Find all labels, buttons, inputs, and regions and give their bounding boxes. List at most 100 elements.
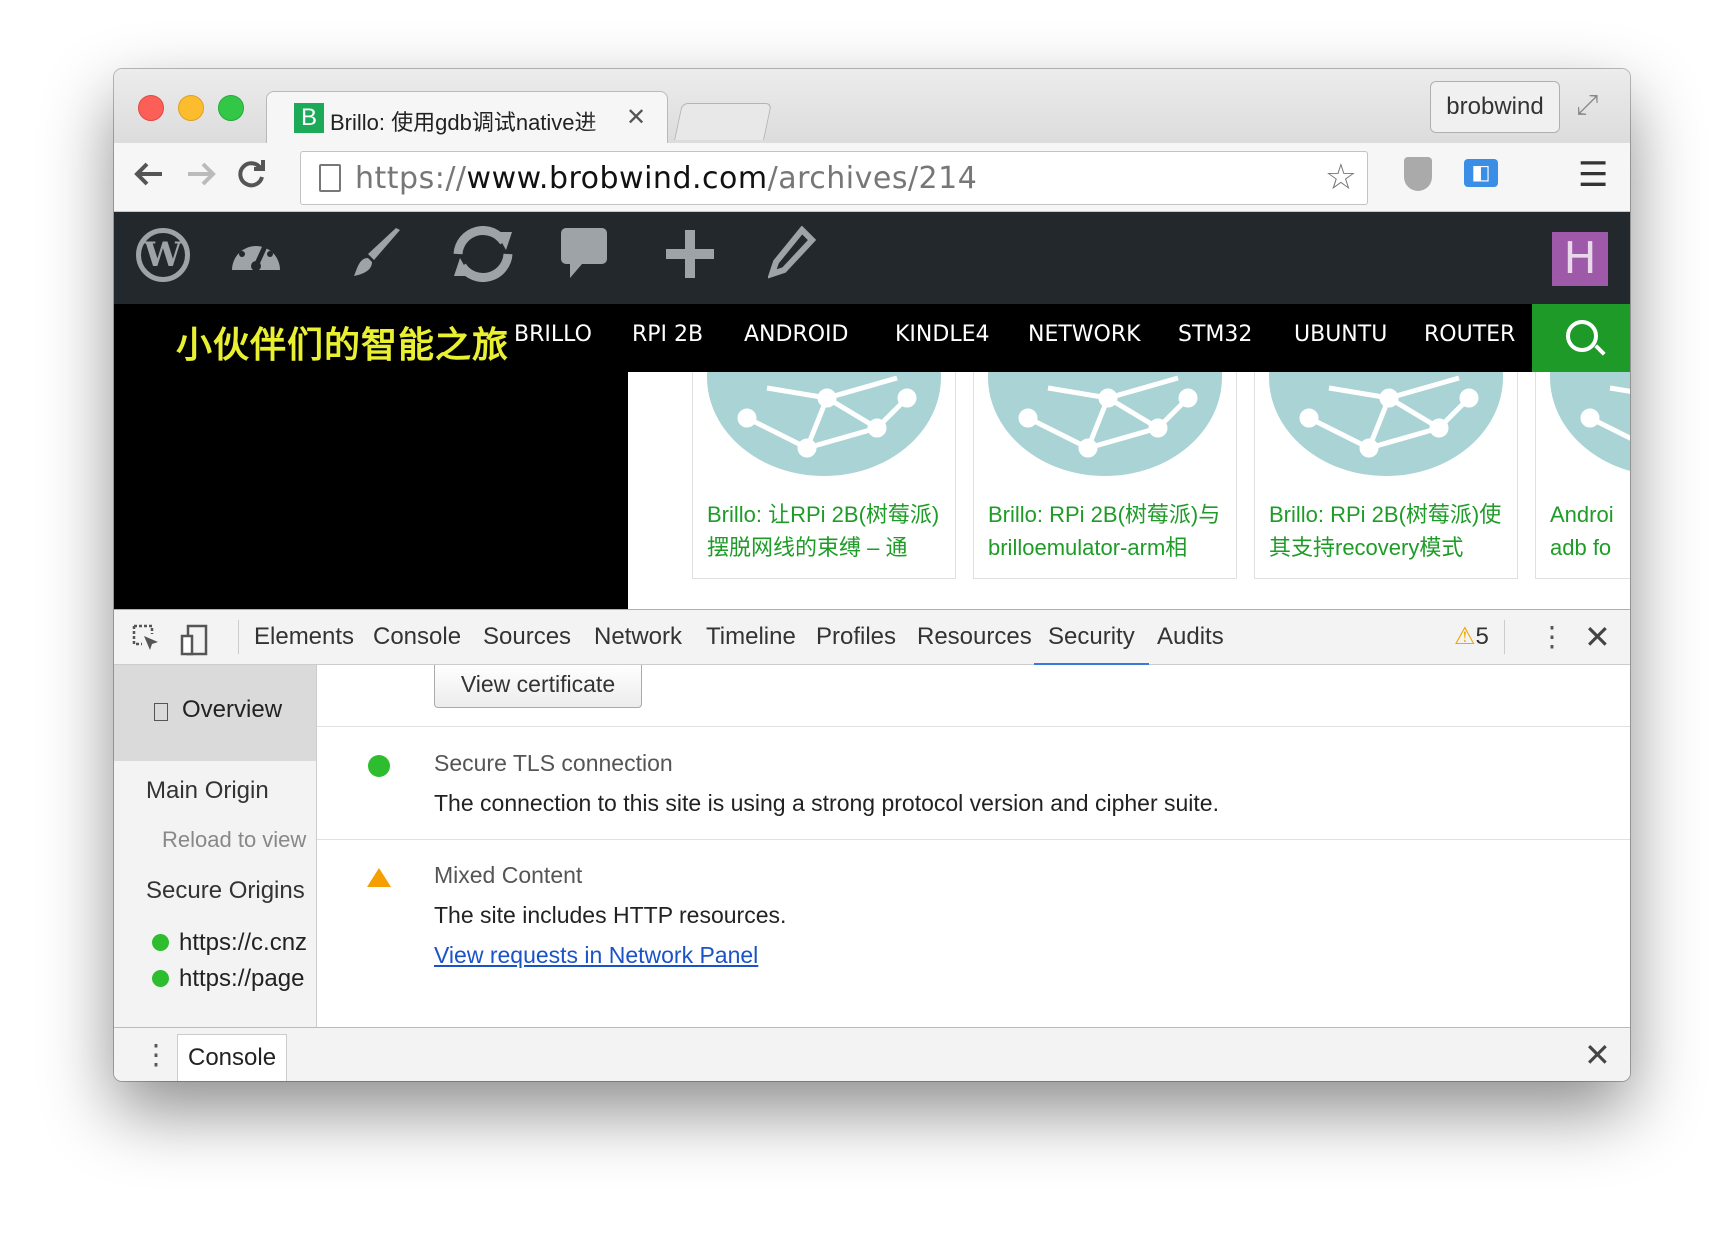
security-sidebar: Overview Main Origin Reload to view Secu… (114, 665, 317, 1027)
tab-console[interactable]: Console (373, 610, 461, 664)
close-devtools-icon[interactable]: ✕ (1584, 618, 1611, 656)
warning-counter[interactable]: ⚠5 (1454, 622, 1489, 651)
secure-status-icon (152, 970, 169, 987)
pencil-icon[interactable] (767, 225, 817, 293)
close-drawer-icon[interactable]: ✕ (1584, 1036, 1611, 1074)
back-arrow-icon[interactable] (132, 157, 166, 200)
secure-status-icon (152, 934, 169, 951)
page-left-panel (114, 372, 628, 609)
plus-icon[interactable] (662, 226, 718, 295)
sidebar-item-label: Overview (182, 696, 283, 723)
console-drawer: ⋮ Console ✕ (114, 1027, 1630, 1081)
view-requests-link[interactable]: View requests in Network Panel (434, 942, 758, 969)
update-icon[interactable] (446, 226, 520, 295)
post-card[interactable]: Brillo: 让RPi 2B(树莓派) 摆脱网线的束缚 – 通 (692, 372, 956, 579)
nav-item-android[interactable]: ANDROID (744, 322, 848, 347)
warning-icon (367, 868, 391, 887)
brush-icon[interactable] (350, 226, 404, 293)
secure-status-icon (368, 755, 390, 777)
tab-strip: B Brillo: 使用gdb调试native进 ✕ brobwind ⤢ (114, 69, 1630, 144)
address-bar[interactable]: https://www.brobwind.com/archives/214 ☆ (300, 151, 1368, 205)
minimize-window-button[interactable] (178, 95, 204, 121)
comment-icon[interactable] (560, 226, 608, 295)
page-icon (319, 164, 341, 192)
nav-item-network[interactable]: NETWORK (1028, 322, 1141, 347)
post-card-title[interactable]: Brillo: 让RPi 2B(树莓派) 摆脱网线的束缚 – 通 (707, 498, 947, 564)
tab-elements[interactable]: Elements (254, 610, 354, 664)
drawer-menu-icon[interactable]: ⋮ (142, 1038, 170, 1071)
document-icon (154, 703, 168, 721)
url-text[interactable]: https://www.brobwind.com/archives/214 (355, 161, 977, 196)
network-graph-icon (1269, 372, 1503, 476)
nav-item-stm32[interactable]: STM32 (1178, 322, 1252, 347)
avatar[interactable]: H (1552, 232, 1608, 286)
toolbar-divider (238, 620, 239, 654)
device-mode-icon[interactable] (180, 624, 210, 661)
tab-close-icon[interactable]: ✕ (626, 103, 646, 132)
post-card[interactable]: Androi adb fo (1535, 372, 1630, 579)
tls-description: The connection to this site is using a s… (434, 790, 1219, 816)
nav-item-brillo[interactable]: BRILLO (514, 322, 592, 347)
mixed-content-title: Mixed Content (434, 862, 583, 888)
browser-window: B Brillo: 使用gdb调试native进 ✕ brobwind ⤢ ht… (114, 69, 1630, 1081)
tab-sources[interactable]: Sources (483, 610, 571, 664)
warning-icon: ⚠ (1454, 623, 1476, 650)
search-icon (1566, 320, 1598, 352)
network-graph-icon (1550, 372, 1630, 476)
wordpress-icon[interactable]: W (136, 228, 190, 282)
tls-title: Secure TLS connection (434, 750, 673, 776)
menu-icon[interactable]: ☰ (1578, 155, 1608, 195)
sidebar-heading-main-origin: Main Origin (146, 777, 269, 804)
mixed-content-description: The site includes HTTP resources. (434, 902, 787, 928)
forward-arrow-icon[interactable] (184, 157, 218, 200)
network-graph-icon (988, 372, 1222, 476)
post-card-title[interactable]: Brillo: RPi 2B(树莓派)使 其支持recovery模式 (1269, 498, 1509, 564)
fullscreen-icon[interactable]: ⤢ (1576, 89, 1598, 122)
nav-item-kindle4[interactable]: KINDLE4 (895, 322, 989, 347)
post-card-title[interactable]: Androi adb fo (1550, 498, 1630, 564)
sidebar-reload-hint: Reload to view (162, 827, 307, 852)
bookmark-star-icon[interactable]: ☆ (1325, 156, 1357, 198)
site-search-button[interactable] (1532, 304, 1630, 372)
tab-favicon-icon: B (294, 103, 324, 133)
site-title[interactable]: 小伙伴们的智能之旅 (176, 316, 509, 368)
wp-admin-bar: W H (114, 212, 1630, 304)
tab-audits[interactable]: Audits (1157, 610, 1224, 664)
post-card[interactable]: Brillo: RPi 2B(树莓派)与 brilloemulator-arm相 (973, 372, 1237, 579)
dashboard-icon[interactable] (228, 226, 284, 289)
post-card-title[interactable]: Brillo: RPi 2B(树莓派)与 brilloemulator-arm相 (988, 498, 1228, 564)
sidebar-item-overview[interactable]: Overview (114, 665, 316, 761)
nav-item-router[interactable]: ROUTER (1424, 322, 1515, 347)
extension-icon[interactable]: ◧ (1464, 159, 1498, 187)
toolbar-divider (1504, 620, 1505, 654)
drawer-tab-console[interactable]: Console (177, 1034, 288, 1081)
related-posts: Brillo: 让RPi 2B(树莓派) 摆脱网线的束缚 – 通 Brillo: … (628, 372, 1630, 609)
sidebar-item-origin[interactable]: https://page (152, 965, 304, 993)
view-certificate-button[interactable]: View certificate (434, 665, 642, 708)
tab-resources[interactable]: Resources (917, 610, 1032, 664)
post-card[interactable]: Brillo: RPi 2B(树莓派)使 其支持recovery模式 (1254, 372, 1518, 579)
network-graph-icon (707, 372, 941, 476)
tab-network[interactable]: Network (594, 610, 682, 664)
devtools-menu-icon[interactable]: ⋮ (1538, 620, 1566, 653)
shield-extension-icon[interactable] (1404, 157, 1432, 191)
zoom-window-button[interactable] (218, 95, 244, 121)
profile-button[interactable]: brobwind (1430, 81, 1560, 133)
tab-timeline[interactable]: Timeline (706, 610, 796, 664)
browser-toolbar: https://www.brobwind.com/archives/214 ☆ … (114, 143, 1630, 212)
nav-item-ubuntu[interactable]: UBUNTU (1294, 322, 1387, 347)
sidebar-heading-secure-origins: Secure Origins (146, 877, 305, 904)
devtools-panel: Elements Console Sources Network Timelin… (114, 609, 1630, 1081)
new-tab-button[interactable] (674, 103, 772, 140)
tab-profiles[interactable]: Profiles (816, 610, 896, 664)
nav-item-rpi-2b[interactable]: RPI 2B (632, 322, 703, 347)
sidebar-item-origin[interactable]: https://c.cnz (152, 929, 307, 957)
divider (317, 726, 1630, 727)
inspect-element-icon[interactable] (132, 624, 162, 659)
close-window-button[interactable] (138, 95, 164, 121)
devtools-tab-bar: Elements Console Sources Network Timelin… (114, 610, 1630, 666)
divider (317, 839, 1630, 840)
reload-icon[interactable] (234, 157, 268, 200)
tab-security[interactable]: Security (1034, 610, 1149, 666)
page-viewport: W H 小伙伴们的智能之旅 BRILLO RPI 2B ANDROID KIND… (114, 212, 1630, 609)
